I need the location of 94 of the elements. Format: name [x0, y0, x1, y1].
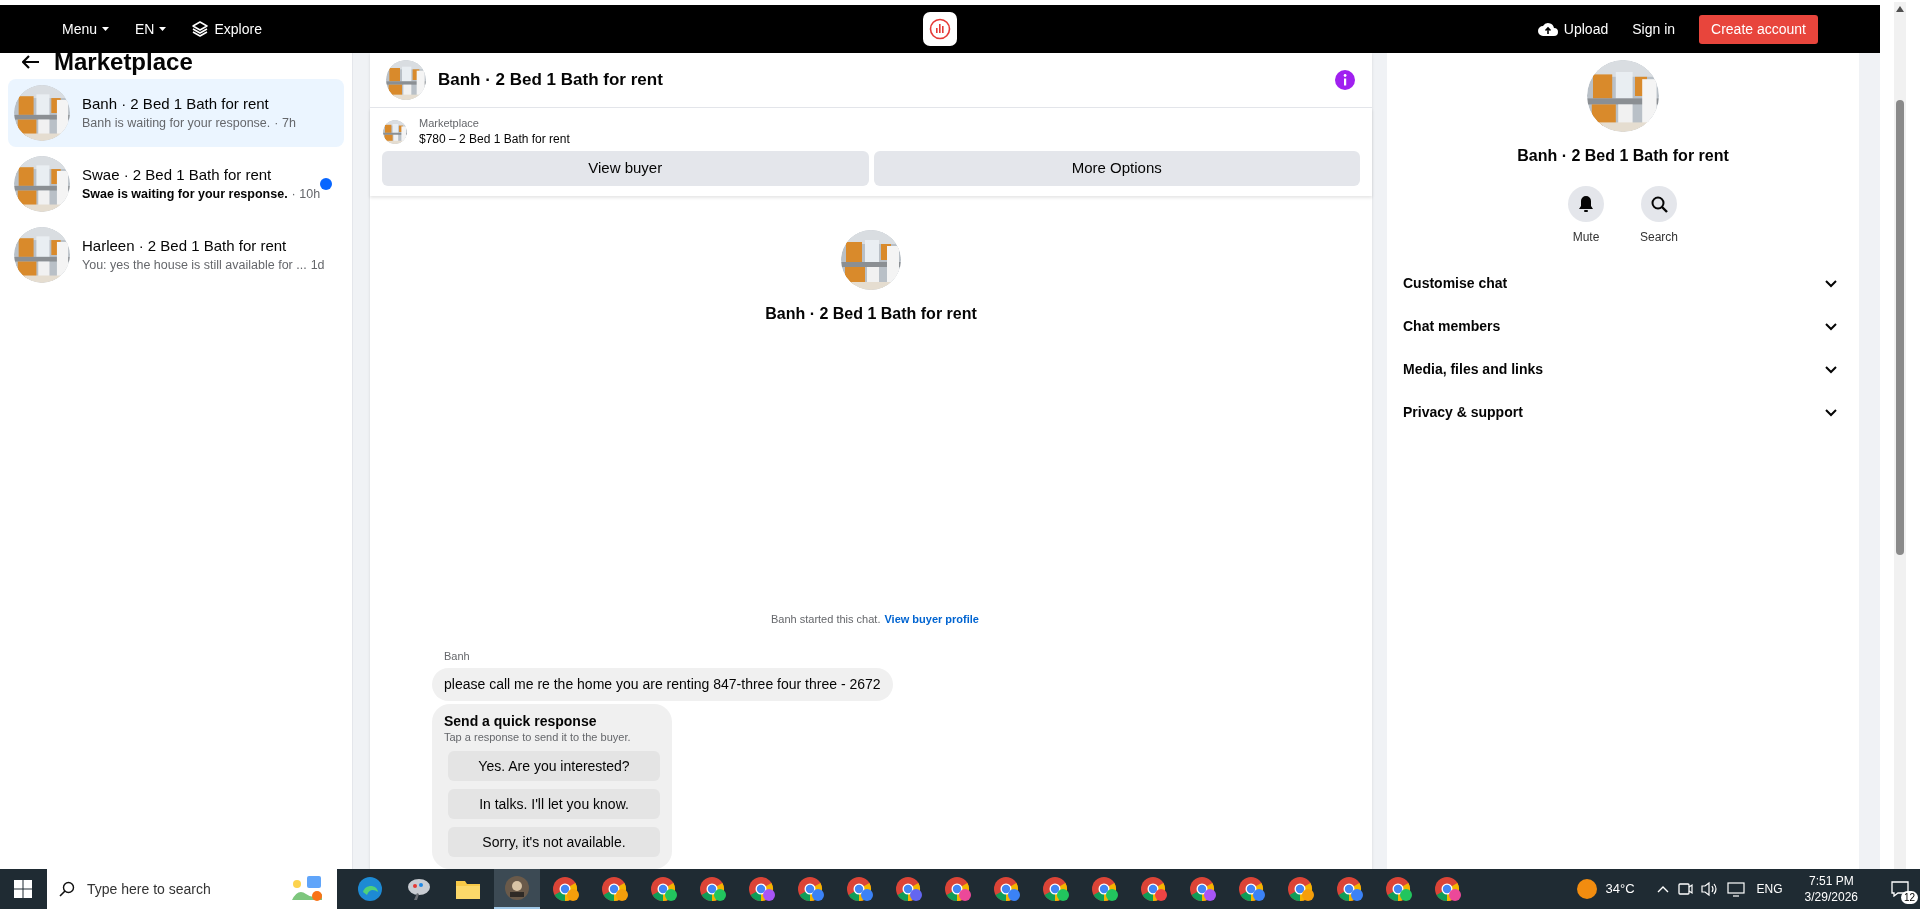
page-title: Marketplace [54, 53, 193, 77]
logo-icon[interactable] [923, 12, 957, 46]
browser-icon[interactable] [845, 876, 874, 902]
app-icon[interactable] [405, 877, 432, 901]
section-toggle[interactable]: Media, files and links [1403, 348, 1843, 391]
clock[interactable]: 7:51 PM 3/29/2026 [1804, 873, 1858, 905]
message-time: · 7h [274, 115, 296, 132]
section-toggle[interactable]: Customise chat [1403, 262, 1843, 305]
browser-icon[interactable] [1335, 876, 1364, 902]
chevron-down-icon [1825, 322, 1837, 331]
temperature-text: 34°C [1605, 880, 1635, 899]
search-icon [59, 881, 75, 897]
sign-in-button[interactable]: Sign in [1632, 18, 1676, 40]
windows-icon[interactable] [14, 880, 32, 898]
quick-response-button[interactable]: In talks. I'll let you know. [448, 789, 660, 819]
browser-icon[interactable] [649, 876, 678, 902]
message-time: · 10h [291, 186, 321, 203]
cloud-upload-icon [1537, 22, 1558, 36]
details-title: Banh · 2 Bed 1 Bath for rent [1517, 146, 1729, 166]
chevron-down-icon [1825, 365, 1837, 374]
listing-title: $780 – 2 Bed 1 Bath for rent [419, 131, 570, 147]
section-toggle[interactable]: Chat members [1403, 305, 1843, 348]
conversation-title: Swae · 2 Bed 1 Bath for rent [82, 165, 273, 185]
scrollbar-thumb[interactable] [1896, 100, 1904, 555]
bell-icon [1578, 195, 1594, 213]
browser-icon[interactable] [747, 876, 776, 902]
browser-icon[interactable] [1188, 876, 1217, 902]
message-time: 1d [310, 257, 325, 274]
quick-response-subtitle: Tap a response to send it to the buyer. [444, 730, 632, 745]
listing-label: Marketplace [419, 116, 480, 131]
app-icon [503, 875, 530, 901]
caret-icon [159, 27, 167, 31]
conversation-title: Banh · 2 Bed 1 Bath for rent [82, 94, 270, 114]
section-toggle[interactable]: Privacy & support [1403, 391, 1843, 434]
conversation-item[interactable]: Swae · 2 Bed 1 Bath for rent Swae is waiting for your response. · 10h [8, 150, 344, 218]
chat-intro-title: Banh · 2 Bed 1 Bath for rent [765, 304, 977, 324]
browser-icon[interactable] [943, 876, 972, 902]
notification-count: 12 [1900, 891, 1918, 904]
folder-icon[interactable] [454, 878, 481, 900]
browser-icon[interactable] [1433, 876, 1462, 902]
browser-icon[interactable] [1237, 876, 1266, 902]
message-preview: Swae is waiting for your response. [82, 186, 288, 203]
layers-icon [192, 21, 209, 37]
view-buyer-profile-link[interactable]: View buyer profile [884, 611, 979, 628]
network-icon[interactable] [1726, 881, 1745, 897]
chevron-up-icon[interactable] [1656, 885, 1669, 893]
taskbar-app-button[interactable] [493, 869, 540, 909]
scrollbar[interactable] [1894, 2, 1906, 869]
info-icon[interactable] [1334, 69, 1356, 91]
search-field[interactable]: Type here to search [87, 878, 277, 900]
message-preview: You: yes the house is still available for ... [82, 257, 307, 274]
sun-icon [1575, 878, 1598, 900]
browser-icon[interactable] [600, 876, 629, 902]
scroll-up-icon[interactable] [1896, 6, 1904, 12]
back-arrow-icon[interactable] [22, 55, 40, 69]
caret-icon [102, 27, 110, 31]
language-indicator[interactable]: ENG [1756, 880, 1783, 898]
browser-icon[interactable] [356, 876, 383, 902]
search-icon [1650, 195, 1668, 213]
notifications-button[interactable]: 12 [1880, 869, 1920, 909]
action-button[interactable]: View buyer [382, 151, 869, 186]
browser-icon[interactable] [1139, 876, 1168, 902]
meet-now-icon[interactable] [1676, 881, 1693, 897]
conversation-title: Harleen · 2 Bed 1 Bath for rent [82, 236, 288, 256]
browser-icon[interactable] [698, 876, 727, 902]
conversation-item[interactable]: Banh · 2 Bed 1 Bath for rent Banh is waiting for your response. · 7h [8, 79, 344, 147]
sender-name: Banh [444, 648, 470, 664]
message-bubble: please call me re the home you are renting 847-three four three - 2672 [432, 668, 893, 701]
conversation-item[interactable]: Harleen · 2 Bed 1 Bath for rent You: yes the house is still available for ... 1d [8, 221, 344, 289]
create-account-button[interactable]: Create account [1699, 14, 1818, 44]
quick-response-title: Send a quick response [444, 712, 598, 730]
browser-icon[interactable] [1041, 876, 1070, 902]
quick-response-button[interactable]: Sorry, it's not available. [448, 827, 660, 857]
browser-icon[interactable] [992, 876, 1021, 902]
browser-icon[interactable] [1384, 876, 1413, 902]
upload-button[interactable]: Upload [1537, 18, 1609, 40]
message-preview: Banh is waiting for your response. [82, 115, 271, 132]
menu-button[interactable]: Menu [62, 18, 110, 40]
chevron-down-icon [1825, 408, 1837, 417]
browser-icon[interactable] [1286, 876, 1315, 902]
quick-response-button[interactable]: Yes. Are you interested? [448, 751, 660, 781]
browser-icon[interactable] [894, 876, 923, 902]
chevron-down-icon [1825, 279, 1837, 288]
action-button[interactable]: More Options [873, 151, 1360, 186]
chat-started-text: Banh started this chat. [771, 612, 881, 627]
chat-title: Banh · 2 Bed 1 Bath for rent [438, 69, 664, 92]
explore-button[interactable]: Explore [192, 18, 262, 40]
browser-icon[interactable] [796, 876, 825, 902]
browser-icon[interactable] [551, 876, 580, 902]
browser-icon[interactable] [1090, 876, 1119, 902]
taskbar-search-field[interactable]: Type here to search [47, 869, 337, 909]
volume-icon[interactable] [1700, 881, 1719, 897]
weather-calendar-icon[interactable] [289, 874, 325, 904]
language-button[interactable]: EN [135, 18, 167, 40]
